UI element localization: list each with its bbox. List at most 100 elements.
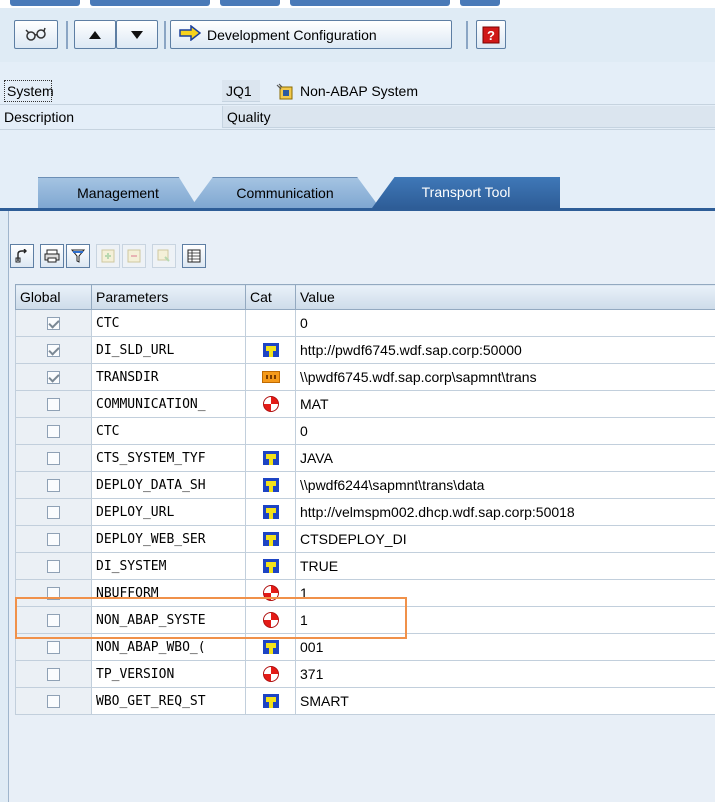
table-row[interactable]: COMMUNICATION_ MAT xyxy=(15,390,715,418)
parameter-name[interactable]: TRANSDIR xyxy=(91,363,246,391)
global-checkbox[interactable] xyxy=(47,505,60,519)
parameter-name[interactable]: DEPLOY_DATA_SH xyxy=(91,471,246,499)
parameter-value[interactable]: JAVA xyxy=(295,444,715,472)
svg-text:?: ? xyxy=(487,28,495,43)
grid-toolbar xyxy=(10,244,208,270)
global-checkbox[interactable] xyxy=(47,532,60,546)
parameter-name[interactable]: TP_VERSION xyxy=(91,660,246,688)
parameter-value[interactable]: \\pwdf6244\sapmnt\trans\data xyxy=(295,471,715,499)
parameter-value[interactable]: 0 xyxy=(295,417,715,445)
parameter-value[interactable]: 1 xyxy=(295,579,715,607)
global-checkbox[interactable] xyxy=(47,640,60,654)
global-checkbox[interactable] xyxy=(47,559,60,573)
global-checkbox[interactable] xyxy=(47,424,60,438)
parameter-name[interactable]: DI_SLD_URL xyxy=(91,336,246,364)
development-configuration-button[interactable]: Development Configuration xyxy=(170,20,452,49)
table-row[interactable]: NON_ABAP_SYSTE 1 xyxy=(15,606,715,634)
global-checkbox-checked[interactable] xyxy=(47,370,60,384)
global-checkbox[interactable] xyxy=(47,478,60,492)
global-checkbox-cell xyxy=(15,417,92,445)
global-checkbox-checked[interactable] xyxy=(47,343,60,357)
toolbar-separator xyxy=(164,21,166,49)
details-icon[interactable] xyxy=(10,244,34,268)
global-checkbox-cell xyxy=(15,336,92,364)
table-row[interactable]: DEPLOY_WEB_SER CTSDEPLOY_DI xyxy=(15,525,715,553)
parameter-name[interactable]: DEPLOY_URL xyxy=(91,498,246,526)
column-header-value[interactable]: Value xyxy=(295,284,715,310)
filter-icon[interactable] xyxy=(66,244,90,268)
category-cell xyxy=(245,552,296,580)
global-checkbox-cell xyxy=(15,633,92,661)
parameter-name[interactable]: NON_ABAP_SYSTE xyxy=(91,606,246,634)
parameter-name[interactable]: WBO_GET_REQ_ST xyxy=(91,687,246,715)
parameter-name[interactable]: NBUFFORM xyxy=(91,579,246,607)
global-checkbox[interactable] xyxy=(47,397,60,411)
java-icon xyxy=(262,559,279,573)
table-row[interactable]: CTC 0 xyxy=(15,309,715,337)
global-checkbox-cell xyxy=(15,525,92,553)
parameter-name[interactable]: CTC xyxy=(91,417,246,445)
category-cell xyxy=(245,498,296,526)
global-checkbox-checked[interactable] xyxy=(47,316,60,330)
category-cell xyxy=(245,444,296,472)
parameter-name[interactable]: COMMUNICATION_ xyxy=(91,390,246,418)
parameter-value[interactable]: CTSDEPLOY_DI xyxy=(295,525,715,553)
global-checkbox[interactable] xyxy=(47,667,60,681)
column-header-global[interactable]: Global xyxy=(15,284,92,310)
arrow-down-icon[interactable] xyxy=(116,20,158,49)
parameter-value[interactable]: SMART xyxy=(295,687,715,715)
category-cell xyxy=(245,525,296,553)
help-icon[interactable]: ? xyxy=(476,20,506,49)
table-row[interactable]: NON_ABAP_WBO_( 001 xyxy=(15,633,715,661)
parameter-name[interactable]: DEPLOY_WEB_SER xyxy=(91,525,246,553)
tab-transport-tool[interactable]: Transport Tool xyxy=(372,177,560,208)
parameter-value[interactable]: 1 xyxy=(295,606,715,634)
parameter-value[interactable]: http://pwdf6745.wdf.sap.corp:50000 xyxy=(295,336,715,364)
tab-management[interactable]: Management xyxy=(38,177,198,208)
arrow-up-icon[interactable] xyxy=(74,20,116,49)
table-row[interactable]: WBO_GET_REQ_ST SMART xyxy=(15,687,715,715)
column-header-parameters[interactable]: Parameters xyxy=(91,284,246,310)
development-configuration-label: Development Configuration xyxy=(207,26,377,43)
parameter-value[interactable]: 001 xyxy=(295,633,715,661)
layout-icon[interactable] xyxy=(182,244,206,268)
parameter-name[interactable]: CTS_SYSTEM_TYF xyxy=(91,444,246,472)
table-row[interactable]: NBUFFORM 1 xyxy=(15,579,715,607)
global-checkbox-cell xyxy=(15,363,92,391)
tab-strip: Management Communication Transport Tool xyxy=(0,147,715,211)
java-icon xyxy=(262,640,279,654)
global-checkbox[interactable] xyxy=(47,613,60,627)
table-row[interactable]: DEPLOY_URL http://velmspm002.dhcp.wdf.sap… xyxy=(15,498,715,526)
table-row[interactable]: DI_SYSTEM TRUE xyxy=(15,552,715,580)
global-checkbox[interactable] xyxy=(47,694,60,708)
system-type-label: Non-ABAP System xyxy=(300,83,419,99)
parameter-name[interactable]: NON_ABAP_WBO_( xyxy=(91,633,246,661)
global-checkbox[interactable] xyxy=(47,586,60,600)
parameter-value[interactable]: \\pwdf6745.wdf.sap.corp\sapmnt\trans xyxy=(295,363,715,391)
tab-communication[interactable]: Communication xyxy=(190,177,380,208)
print-icon[interactable] xyxy=(40,244,64,268)
table-row[interactable]: DI_SLD_URL http://pwdf6745.wdf.sap.corp:5… xyxy=(15,336,715,364)
category-cell xyxy=(245,660,296,688)
column-header-cat[interactable]: Cat xyxy=(245,284,296,310)
table-row[interactable]: CTS_SYSTEM_TYF JAVA xyxy=(15,444,715,472)
delete-row-icon[interactable] xyxy=(122,244,146,268)
table-row[interactable]: TP_VERSION 371 xyxy=(15,660,715,688)
glasses-icon[interactable] xyxy=(14,20,58,49)
parameter-value[interactable]: MAT xyxy=(295,390,715,418)
parameter-value[interactable]: 0 xyxy=(295,309,715,337)
global-checkbox-cell xyxy=(15,444,92,472)
global-checkbox[interactable] xyxy=(47,451,60,465)
toolbar-separator xyxy=(66,21,68,49)
parameter-name[interactable]: CTC xyxy=(91,309,246,337)
parameter-value[interactable]: http://velmspm002.dhcp.wdf.sap.corp:5001… xyxy=(295,498,715,526)
table-row[interactable]: DEPLOY_DATA_SH \\pwdf6244\sapmnt\trans\da… xyxy=(15,471,715,499)
java-icon xyxy=(262,451,279,465)
table-row[interactable]: TRANSDIR \\pwdf6745.wdf.sap.corp\sapmnt\t… xyxy=(15,363,715,391)
add-row-icon[interactable] xyxy=(96,244,120,268)
parameter-value[interactable]: TRUE xyxy=(295,552,715,580)
table-row[interactable]: CTC 0 xyxy=(15,417,715,445)
copy-row-icon[interactable] xyxy=(152,244,176,268)
parameter-value[interactable]: 371 xyxy=(295,660,715,688)
parameter-name[interactable]: DI_SYSTEM xyxy=(91,552,246,580)
